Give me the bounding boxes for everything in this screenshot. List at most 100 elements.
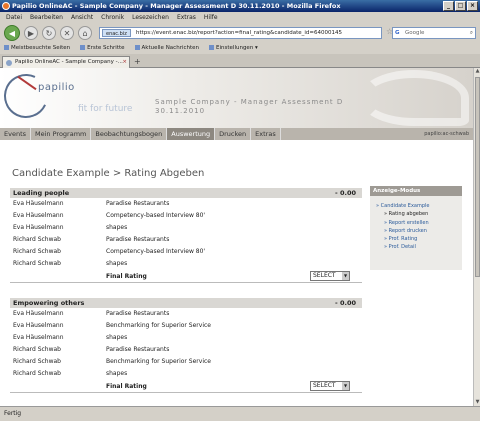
logo-text: papilio [38, 82, 75, 93]
menu-chronik[interactable]: Chronik [101, 12, 124, 23]
assessor-name: Eva Häuselmann [13, 322, 64, 329]
site-identity-button[interactable]: enac.biz [102, 29, 131, 37]
exercise-name: Benchmarking for Superior Service [106, 358, 211, 365]
nav-auswertung[interactable]: Auswertung [167, 128, 216, 140]
assessor-name: Eva Häuselmann [13, 334, 64, 341]
table-row: Eva Häuselmann shapes [10, 332, 362, 344]
search-placeholder: Google [405, 30, 425, 36]
nav-extras[interactable]: Extras [251, 128, 281, 140]
reload-icon[interactable]: ↻ [42, 26, 56, 40]
back-arrow-icon[interactable]: ◀ [4, 25, 20, 41]
close-button[interactable]: × [467, 1, 478, 11]
display-mode-panel: Anzeige-Modus » Candidate Example » Rati… [370, 186, 462, 270]
competency-section: Empowering others - 0.00 Eva Häuselmann P… [10, 298, 362, 393]
section-score: - 0.00 [335, 189, 356, 197]
window-titlebar: Papilio OnlineAC - Sample Company - Mana… [0, 0, 480, 12]
nav-mein-programm[interactable]: Mein Programm [31, 128, 92, 140]
section-score: - 0.00 [335, 299, 356, 307]
bookmark-settings[interactable]: Einstellungen ▾ [209, 43, 258, 54]
sidebar-item-label: Prof. Rating [388, 236, 418, 243]
sidebar-item-prof-rating[interactable]: » Prof. Rating [370, 235, 462, 243]
nav-events[interactable]: Events [0, 128, 32, 140]
assessor-name: Richard Schwab [13, 248, 61, 255]
sidebar-item-label: Candidate Example [380, 203, 430, 209]
bookmark-first-steps[interactable]: Erste Schritte [80, 43, 124, 54]
maximize-button[interactable]: □ [455, 1, 466, 11]
nav-beobachtungsbogen[interactable]: Beobachtungsbogen [91, 128, 168, 140]
competency-section: Leading people - 0.00 Eva Häuselmann Para… [10, 188, 362, 283]
scrollbar-thumb[interactable] [475, 77, 480, 277]
menu-datei[interactable]: Datei [6, 12, 22, 23]
tab-label: Papilio OnlineAC - Sample Company -... [15, 59, 123, 65]
stop-icon[interactable]: ✕ [60, 26, 74, 40]
scroll-down-icon[interactable]: ▼ [474, 399, 480, 406]
table-row: Richard Schwab Benchmarking for Superior … [10, 356, 362, 368]
menu-hilfe[interactable]: Hilfe [204, 12, 218, 23]
menu-ansicht[interactable]: Ansicht [71, 12, 93, 23]
forward-arrow-icon[interactable]: ▶ [24, 26, 38, 40]
assessor-name: Richard Schwab [13, 236, 61, 243]
table-row: Eva Häuselmann Competency-based Interview… [10, 210, 362, 222]
menubar: Datei Bearbeiten Ansicht Chronik Lesezei… [0, 12, 480, 23]
chevron-down-icon: ▼ [342, 382, 349, 390]
sidebar-item-label: Rating abgeben [388, 211, 429, 218]
home-icon[interactable]: ⌂ [78, 26, 92, 40]
rating-select[interactable]: SELECT ▼ [310, 271, 350, 281]
sidebar-item-label: Report erstellen [388, 219, 429, 226]
new-tab-icon[interactable]: + [134, 57, 141, 66]
scroll-up-icon[interactable]: ▲ [474, 68, 480, 75]
menu-extras[interactable]: Extras [177, 12, 196, 23]
chevron-down-icon: ▼ [342, 272, 349, 280]
event-title: Sample Company - Manager Assessment D 30… [155, 98, 343, 116]
assessor-name: Eva Häuselmann [13, 200, 64, 207]
search-icon[interactable]: ⌕ [470, 28, 473, 38]
menu-lesezeichen[interactable]: Lesezeichen [132, 12, 169, 23]
final-rating-row: Final Rating SELECT ▼ [10, 380, 362, 393]
assessor-name: Richard Schwab [13, 358, 61, 365]
assessor-name: Eva Häuselmann [13, 224, 64, 231]
table-row: Richard Schwab shapes [10, 258, 362, 270]
section-header: Empowering others - 0.00 [10, 298, 362, 308]
minimize-button[interactable]: _ [443, 1, 454, 11]
logo-tagline: fit for future [78, 104, 133, 114]
sidebar-item-report-print[interactable]: » Report drucken [370, 227, 462, 235]
window-controls: _ □ × [443, 1, 478, 11]
page-content: papilio fit for future Sample Company - … [0, 68, 473, 406]
site-header: papilio fit for future Sample Company - … [0, 68, 473, 128]
sidebar-item-report-create[interactable]: » Report erstellen [370, 219, 462, 227]
favicon-icon [6, 60, 12, 66]
exercise-name: shapes [106, 224, 128, 231]
rating-select[interactable]: SELECT ▼ [310, 381, 350, 391]
table-row: Eva Häuselmann Paradise Restaurants [10, 198, 362, 210]
event-name: Sample Company - Manager Assessment D [155, 98, 344, 106]
close-tab-icon[interactable]: × [122, 57, 127, 68]
tab-strip: Papilio OnlineAC - Sample Company -... ×… [0, 54, 480, 68]
decorative-swirl [359, 70, 469, 126]
logged-in-user: papilio:ac-schwab [424, 131, 469, 137]
assessor-name: Richard Schwab [13, 260, 61, 267]
sidebar-item-candidate[interactable]: » Candidate Example [370, 202, 462, 210]
nav-drucken[interactable]: Drucken [215, 128, 252, 140]
address-bar[interactable]: enac.biz https://event.enac.biz/report?a… [99, 27, 382, 39]
browser-tab[interactable]: Papilio OnlineAC - Sample Company -... × [2, 56, 130, 68]
vertical-scrollbar[interactable]: ▲ ▼ [473, 68, 480, 406]
exercise-name: shapes [106, 334, 128, 341]
bookmark-most-visited[interactable]: Meistbesuchte Seiten [4, 43, 70, 54]
menu-bearbeiten[interactable]: Bearbeiten [30, 12, 63, 23]
final-rating-row: Final Rating SELECT ▼ [10, 270, 362, 283]
bookmark-news[interactable]: Aktuelle Nachrichten [135, 43, 199, 54]
section-title: Empowering others [13, 299, 85, 307]
sidebar-item-prof-detail[interactable]: » Prof. Detail [370, 243, 462, 251]
exercise-name: Competency-based Interview 80' [106, 248, 206, 255]
panel-title: Anzeige-Modus [370, 186, 462, 196]
firefox-icon [2, 2, 10, 10]
main-navigation: Events Mein Programm Beobachtungsbogen A… [0, 128, 473, 140]
table-row: Richard Schwab shapes [10, 368, 362, 380]
table-row: Richard Schwab Paradise Restaurants [10, 234, 362, 246]
window-title: Papilio OnlineAC - Sample Company - Mana… [12, 2, 341, 10]
search-input[interactable]: G Google ⌕ [392, 27, 476, 39]
exercise-name: shapes [106, 370, 128, 377]
sidebar-item-rating[interactable]: » Rating abgeben [370, 210, 462, 218]
status-bar: Fertig [0, 406, 480, 421]
sidebar-item-label: Report drucken [388, 227, 427, 234]
